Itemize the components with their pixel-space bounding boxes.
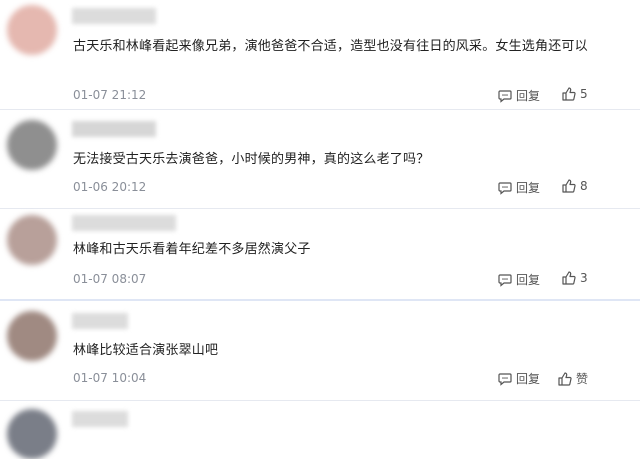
reply-label: 回复 [516,273,541,287]
avatar[interactable] [7,409,57,459]
reply-button[interactable]: 回复 [498,271,540,288]
avatar[interactable] [7,5,57,55]
comment-item: 古天乐和林峰看起来像兄弟，演他爸爸不合适，造型也没有往日的风采。女生选角还可以 … [0,0,640,110]
like-count: 赞 [576,372,589,386]
comment-text: 无法接受古天乐去演爸爸，小时候的男神，真的这么老了吗？ [73,152,430,167]
comment-item: 林峰比较适合演张翠山吧 01-07 10:04 回复 赞 [0,301,640,401]
comment-time: 01-07 10:04 [73,371,147,385]
like-count: 5 [580,87,588,101]
comment-icon [498,89,512,103]
comment-text: 林峰和古天乐看着年纪差不多居然演父子 [73,242,311,257]
thumbs-up-icon [558,371,572,386]
reply-label: 回复 [516,89,541,103]
comment-icon [498,273,512,287]
comment-text: 古天乐和林峰看起来像兄弟，演他爸爸不合适，造型也没有往日的风采。女生选角还可以 [73,39,588,54]
username[interactable] [72,121,156,137]
thumbs-up-icon [562,179,576,193]
comment-time: 01-07 21:12 [73,88,147,102]
avatar[interactable] [7,311,57,361]
thumbs-up-icon [562,87,576,101]
comment-icon [498,181,512,195]
like-button[interactable]: 8 [562,179,588,193]
username[interactable] [72,411,128,427]
reply-button[interactable]: 回复 [498,179,540,196]
reply-label: 回复 [516,372,541,386]
comment-item [0,401,640,459]
comment-time: 01-07 08:07 [73,272,147,286]
like-button[interactable]: 赞 [558,370,588,387]
comment-text: 林峰比较适合演张翠山吧 [73,343,219,358]
comment-item: 无法接受古天乐去演爸爸，小时候的男神，真的这么老了吗？ 01-06 20:12 … [0,110,640,209]
reply-label: 回复 [516,181,541,195]
like-count: 8 [580,179,588,193]
username[interactable] [72,313,128,329]
avatar[interactable] [7,215,57,265]
username[interactable] [72,215,176,231]
comment-icon [498,372,512,386]
comment-time: 01-06 20:12 [73,180,147,194]
like-button[interactable]: 3 [562,271,588,285]
thumbs-up-icon [562,271,576,285]
comment-item: 林峰和古天乐看着年纪差不多居然演父子 01-07 08:07 回复 3 [0,209,640,301]
avatar[interactable] [7,120,57,170]
like-count: 3 [580,271,588,285]
username[interactable] [72,8,156,24]
reply-button[interactable]: 回复 [498,87,540,104]
like-button[interactable]: 5 [562,87,588,101]
reply-button[interactable]: 回复 [498,370,540,387]
